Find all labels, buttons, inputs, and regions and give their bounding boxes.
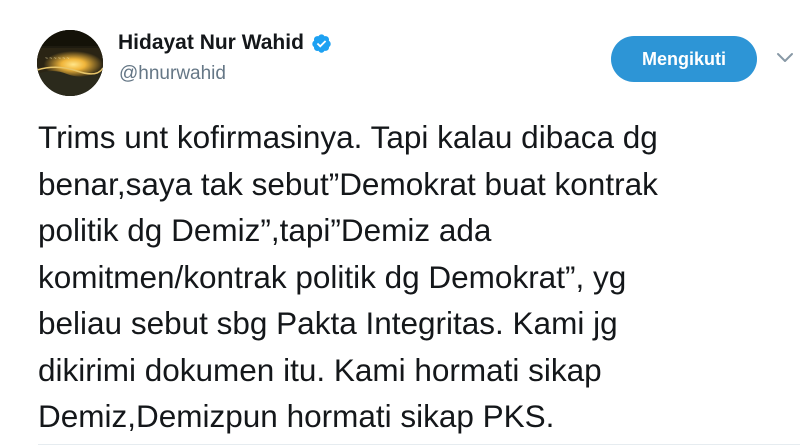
svg-text:~ ~ ~ ~ ~ ~: ~ ~ ~ ~ ~ ~ bbox=[45, 56, 70, 62]
divider bbox=[38, 444, 800, 445]
tweet-card: ~ ~ ~ ~ ~ ~ Hidayat Nur Wahid @hnurwahid… bbox=[0, 0, 800, 448]
avatar[interactable]: ~ ~ ~ ~ ~ ~ bbox=[37, 30, 103, 96]
author-name[interactable]: Hidayat Nur Wahid bbox=[118, 31, 304, 55]
following-button[interactable]: Mengikuti bbox=[611, 36, 757, 82]
profile-photo-icon: ~ ~ ~ ~ ~ ~ bbox=[37, 30, 103, 96]
tweet-text: Trims unt kofirmasinya. Tapi kalau dibac… bbox=[38, 119, 658, 434]
chevron-down-icon[interactable] bbox=[775, 51, 795, 65]
author-handle[interactable]: @hnurwahid bbox=[119, 63, 226, 85]
author-name-row[interactable]: Hidayat Nur Wahid bbox=[118, 31, 332, 55]
verified-badge-icon bbox=[312, 33, 331, 53]
